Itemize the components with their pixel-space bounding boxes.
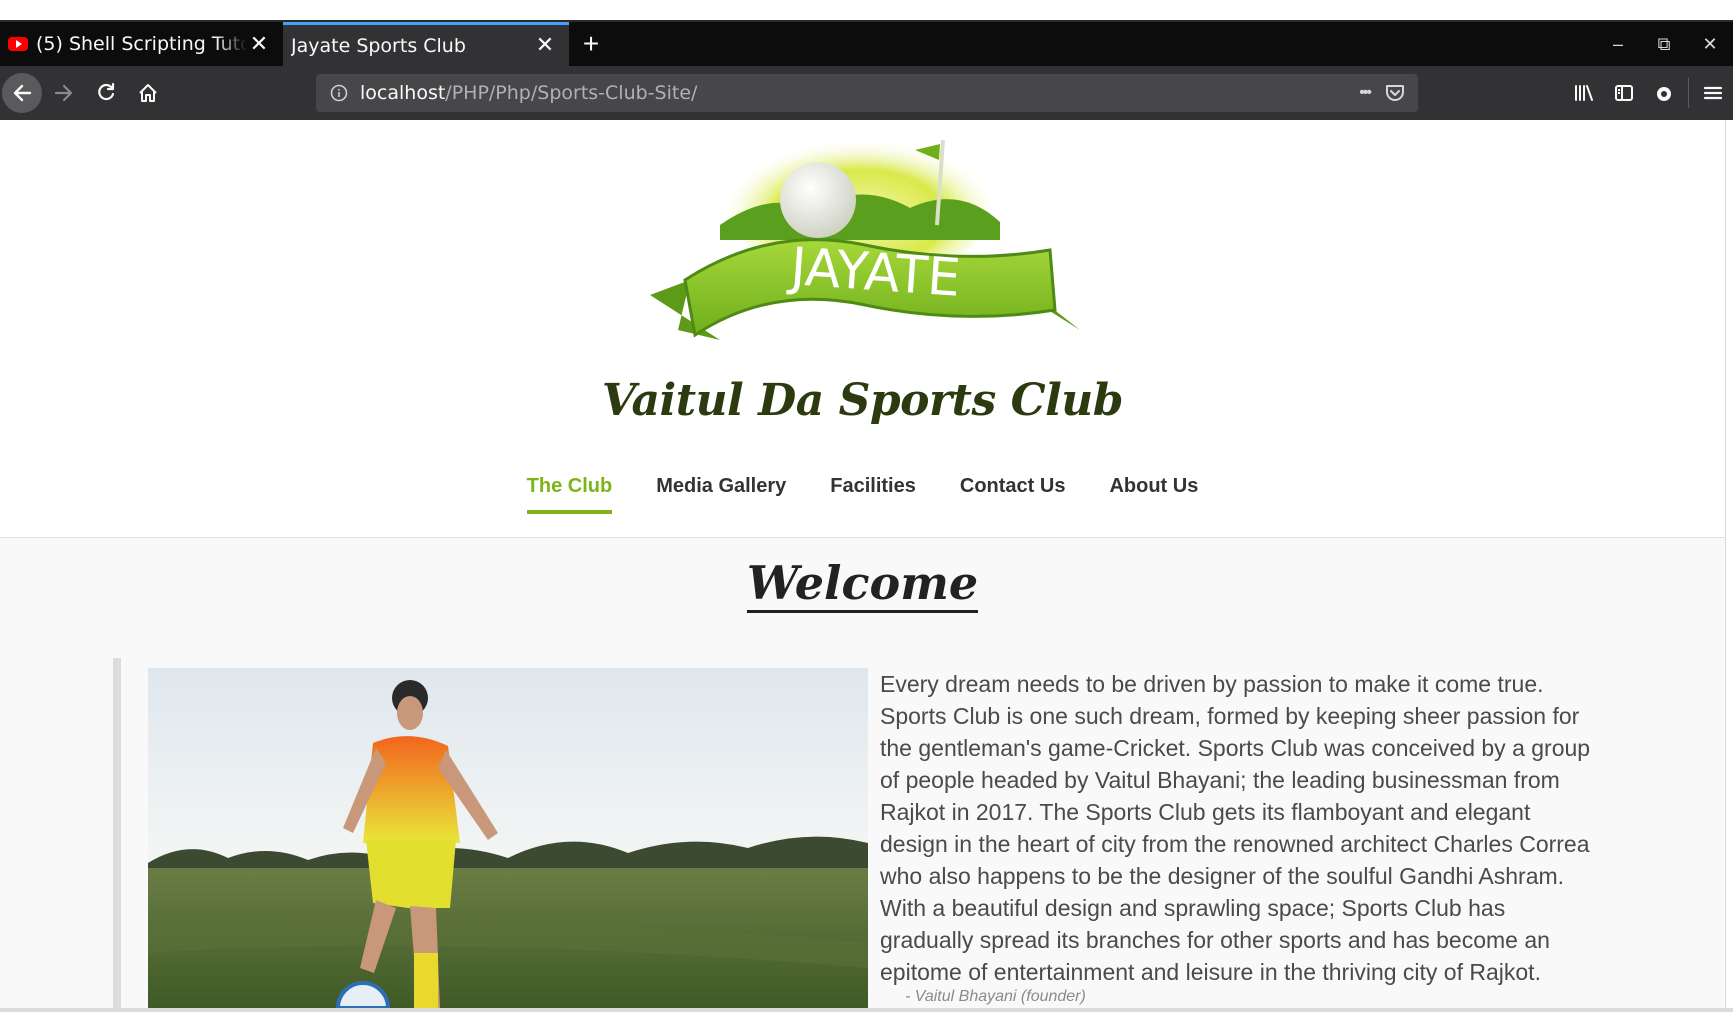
toolbar-separator — [1688, 78, 1689, 108]
football-player-photo — [148, 668, 868, 1008]
url-text[interactable]: localhost/PHP/Php/Sports-Club-Site/ — [360, 82, 1359, 104]
tab-shell-scripting[interactable]: (5) Shell Scripting Tutorial ✕ — [0, 22, 283, 66]
menu-contact-us[interactable]: Contact Us — [960, 475, 1066, 514]
forward-button[interactable] — [44, 73, 84, 113]
quote-bar — [113, 658, 121, 1008]
close-tab-icon[interactable]: ✕ — [533, 33, 557, 58]
window-controls: – ⧉ ✕ — [1595, 22, 1733, 66]
main-menu: The Club Media Gallery Facilities Contac… — [0, 475, 1725, 514]
jayate-logo[interactable]: JAYATE — [650, 130, 1080, 370]
info-icon[interactable] — [328, 82, 350, 104]
navigation-toolbar: localhost/PHP/Php/Sports-Club-Site/ ••• — [0, 66, 1733, 120]
page-actions-icon[interactable]: ••• — [1359, 84, 1372, 102]
new-tab-button[interactable]: + — [569, 22, 613, 66]
youtube-icon — [8, 37, 28, 51]
restore-icon[interactable]: ⧉ — [1641, 34, 1687, 55]
welcome-heading: Welcome — [746, 556, 979, 613]
arrow-right-icon — [54, 84, 73, 102]
url-host: localhost — [360, 82, 446, 104]
logo-text: JAYATE — [786, 237, 963, 309]
url-path: /PHP/Php/Sports-Club-Site/ — [445, 82, 698, 104]
toolbar-right — [1564, 66, 1733, 120]
site-header: JAYATE Vaitul Da Sports Club The Club Me… — [0, 120, 1733, 538]
menu-media-gallery[interactable]: Media Gallery — [656, 475, 786, 514]
close-tab-icon[interactable]: ✕ — [247, 32, 271, 57]
tab-title: Jayate Sports Club — [291, 34, 466, 57]
welcome-section: Welcome Every dream needs to be driven b… — [0, 538, 1733, 1008]
tab-title: (5) Shell Scripting Tutorial — [36, 33, 247, 55]
welcome-title-wrap: Welcome — [0, 556, 1725, 613]
window-top-border — [0, 0, 1733, 22]
hamburger-menu-icon[interactable] — [1693, 73, 1733, 113]
scrollbar-track[interactable] — [1725, 120, 1733, 1008]
tab-jayate-sports-club[interactable]: Jayate Sports Club ✕ — [283, 22, 569, 66]
founder-caption: - Vaitul Bhayani (founder) — [905, 988, 1086, 1005]
close-window-icon[interactable]: ✕ — [1687, 34, 1733, 55]
reload-button[interactable] — [86, 73, 126, 113]
window-bottom-border — [0, 1008, 1733, 1012]
extension-icon[interactable] — [1644, 73, 1684, 113]
arrow-left-icon — [13, 84, 32, 102]
tab-bar: (5) Shell Scripting Tutorial ✕ Jayate Sp… — [0, 22, 1733, 66]
menu-facilities[interactable]: Facilities — [830, 475, 916, 514]
club-name-heading: Vaitul Da Sports Club — [601, 375, 1124, 426]
menu-the-club[interactable]: The Club — [526, 475, 613, 514]
sidebar-icon[interactable] — [1604, 73, 1644, 113]
page-viewport: JAYATE Vaitul Da Sports Club The Club Me… — [0, 120, 1733, 1008]
back-button[interactable] — [2, 73, 42, 113]
home-icon — [139, 84, 157, 102]
address-bar[interactable]: localhost/PHP/Php/Sports-Club-Site/ ••• — [316, 74, 1418, 112]
minimize-icon[interactable]: – — [1595, 34, 1641, 55]
pocket-icon[interactable] — [1384, 82, 1406, 104]
menu-about-us[interactable]: About Us — [1109, 475, 1198, 514]
home-button[interactable] — [128, 73, 168, 113]
library-icon[interactable] — [1564, 73, 1604, 113]
reload-icon — [98, 82, 115, 101]
club-description: Every dream needs to be driven by passio… — [880, 671, 1591, 985]
